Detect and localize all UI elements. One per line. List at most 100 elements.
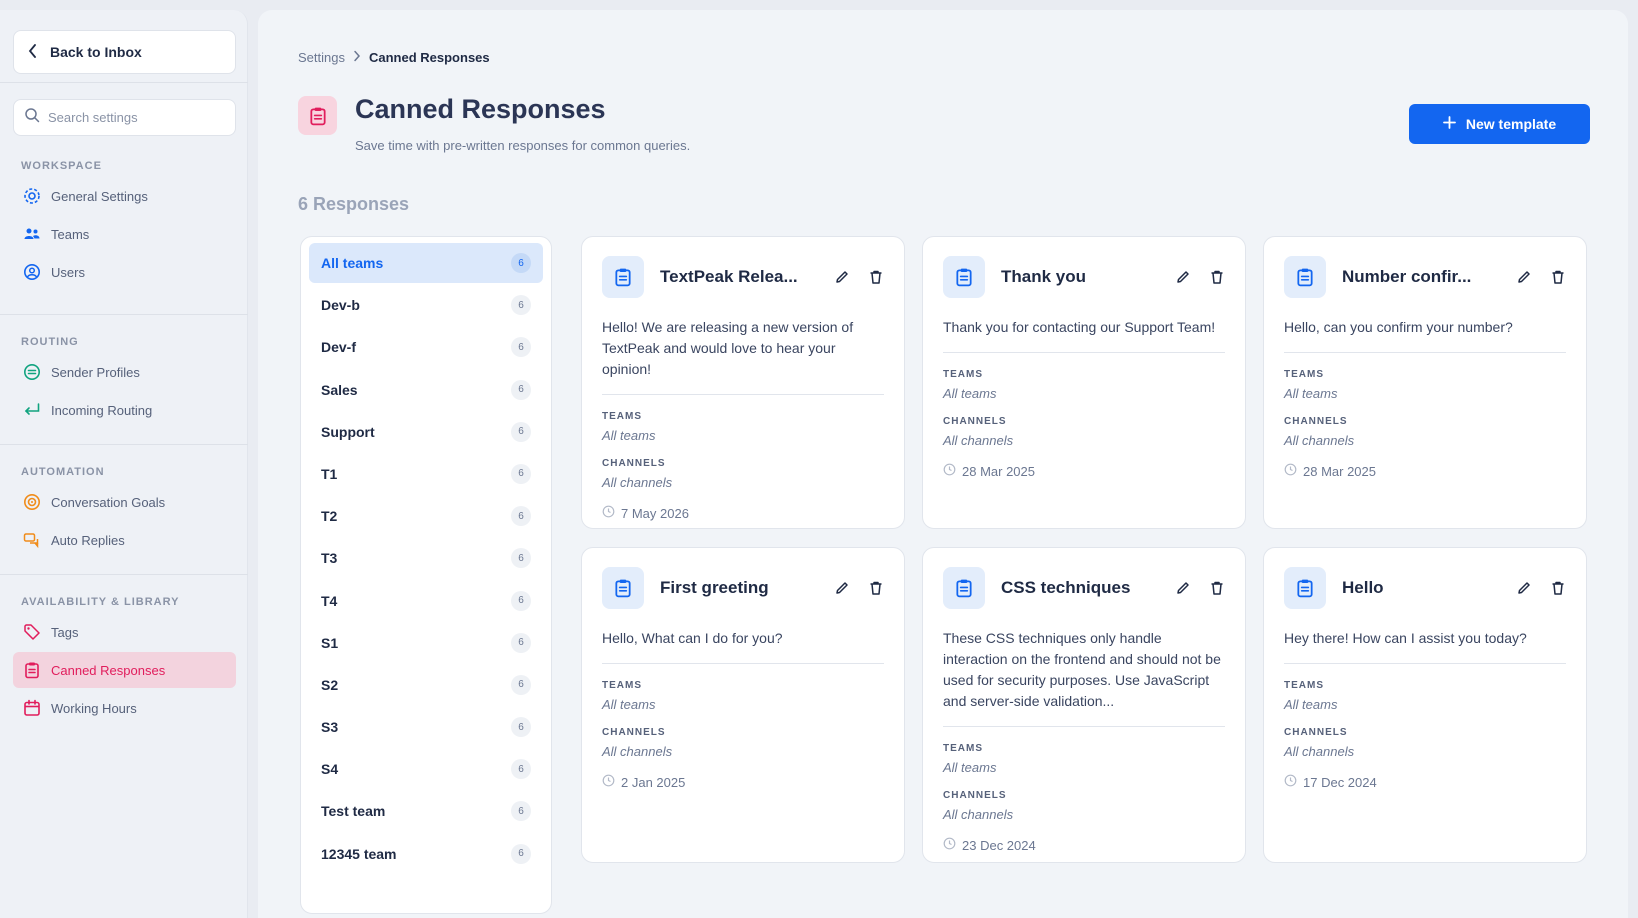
sidebar-item-working-hours[interactable]: Working Hours bbox=[13, 690, 236, 726]
trash-icon[interactable] bbox=[868, 269, 884, 285]
calendar-icon bbox=[23, 699, 41, 717]
sidebar-item-sender-profiles[interactable]: Sender Profiles bbox=[13, 354, 236, 390]
sidebar-item-users[interactable]: Users bbox=[13, 254, 236, 290]
response-card[interactable]: TextPeak Relea... Hello! We are releasin… bbox=[581, 236, 905, 529]
trash-icon[interactable] bbox=[1550, 580, 1566, 596]
tag-icon bbox=[23, 623, 41, 641]
section-availability-library: AVAILABILITY & LIBRARY bbox=[21, 596, 180, 608]
team-filter-item[interactable]: 12345 team 6 bbox=[309, 834, 543, 874]
user-circle-icon bbox=[23, 263, 41, 281]
card-body: Thank you for contacting our Support Tea… bbox=[943, 319, 1216, 335]
search-settings-input[interactable] bbox=[48, 110, 218, 125]
new-template-label: New template bbox=[1465, 116, 1557, 132]
team-count-badge: 6 bbox=[511, 632, 531, 653]
team-name: Support bbox=[321, 423, 375, 440]
card-title: TextPeak Relea... bbox=[660, 267, 798, 286]
card-body: Hello, can you confirm your number? bbox=[1284, 319, 1513, 335]
trash-icon[interactable] bbox=[1209, 580, 1225, 596]
card-body: These CSS techniques only handle interac… bbox=[943, 630, 1221, 709]
divider bbox=[602, 394, 884, 395]
sidebar-item-auto-replies[interactable]: Auto Replies bbox=[13, 522, 236, 558]
clock-icon bbox=[1284, 463, 1297, 479]
team-name: 12345 team bbox=[321, 845, 397, 862]
team-filter-item[interactable]: Dev-b 6 bbox=[309, 285, 543, 325]
pencil-icon[interactable] bbox=[1175, 269, 1191, 285]
team-filter-item[interactable]: Sales 6 bbox=[309, 370, 543, 410]
clock-icon bbox=[943, 463, 956, 479]
response-card[interactable]: CSS techniques These CSS techniques only… bbox=[922, 547, 1246, 863]
pencil-icon[interactable] bbox=[834, 580, 850, 596]
sidebar-item-label: Auto Replies bbox=[51, 532, 125, 548]
chat-bubbles-icon bbox=[23, 531, 41, 549]
trash-icon[interactable] bbox=[868, 580, 884, 596]
team-filter-list: All teams 6 Dev-b 6 Dev-f 6 Sales 6 Support 6… bbox=[300, 236, 552, 914]
team-filter-item[interactable]: All teams 6 bbox=[309, 243, 543, 283]
breadcrumb-settings-link[interactable]: Settings bbox=[298, 50, 345, 65]
sidebar-item-label: Canned Responses bbox=[51, 662, 166, 678]
team-filter-item[interactable]: T2 6 bbox=[309, 496, 543, 536]
pencil-icon[interactable] bbox=[1516, 580, 1532, 596]
clock-icon bbox=[602, 505, 615, 521]
card-title: Thank you bbox=[1001, 267, 1087, 286]
back-to-inbox-label: Back to Inbox bbox=[50, 44, 142, 60]
card-body: Hey there! How can I assist you today? bbox=[1284, 630, 1527, 646]
sidebar-item-tags[interactable]: Tags bbox=[13, 614, 236, 650]
channels-value: All channels bbox=[943, 433, 1014, 448]
team-filter-item[interactable]: S4 6 bbox=[309, 749, 543, 789]
team-count-badge: 6 bbox=[511, 506, 531, 527]
pencil-icon[interactable] bbox=[1175, 580, 1191, 596]
pencil-icon[interactable] bbox=[834, 269, 850, 285]
sidebar-item-label: Conversation Goals bbox=[51, 494, 166, 510]
sidebar-item-conversation-goals[interactable]: Conversation Goals bbox=[13, 484, 236, 520]
search-settings[interactable] bbox=[13, 99, 236, 136]
response-card[interactable]: Number confir... Hello, can you confirm … bbox=[1263, 236, 1587, 529]
channels-value: All channels bbox=[1284, 744, 1355, 759]
response-card[interactable]: Hello Hey there! How can I assist you to… bbox=[1263, 547, 1587, 863]
back-to-inbox-button[interactable]: Back to Inbox bbox=[13, 30, 236, 74]
response-card[interactable]: First greeting Hello, What can I do for … bbox=[581, 547, 905, 863]
team-filter-item[interactable]: T4 6 bbox=[309, 581, 543, 621]
clipboard-icon bbox=[1284, 256, 1326, 298]
clock-icon bbox=[943, 837, 956, 853]
team-filter-item[interactable]: S2 6 bbox=[309, 665, 543, 705]
teams-label: TEAMS bbox=[943, 743, 983, 754]
team-name: Test team bbox=[321, 803, 386, 820]
team-filter-item[interactable]: T1 6 bbox=[309, 454, 543, 494]
team-name: T4 bbox=[321, 592, 338, 609]
sidebar-item-general-settings[interactable]: General Settings bbox=[13, 178, 236, 214]
channels-label: CHANNELS bbox=[943, 416, 1007, 427]
sidebar-item-canned-responses[interactable]: Canned Responses bbox=[13, 652, 236, 688]
sidebar-item-label: Incoming Routing bbox=[51, 402, 153, 418]
team-name: T3 bbox=[321, 550, 338, 567]
team-filter-item[interactable]: Support 6 bbox=[309, 412, 543, 452]
clock-icon bbox=[602, 774, 615, 790]
team-filter-item[interactable]: Test team 6 bbox=[309, 791, 543, 831]
team-name: S4 bbox=[321, 761, 339, 778]
chevron-right-icon bbox=[353, 50, 361, 65]
trash-icon[interactable] bbox=[1550, 269, 1566, 285]
clipboard-icon bbox=[23, 661, 41, 679]
trash-icon[interactable] bbox=[1209, 269, 1225, 285]
response-card[interactable]: Thank you Thank you for contacting our S… bbox=[922, 236, 1246, 529]
card-date: 23 Dec 2024 bbox=[962, 837, 1036, 853]
teams-label: TEAMS bbox=[602, 411, 642, 422]
team-filter-item[interactable]: S1 6 bbox=[309, 623, 543, 663]
pencil-icon[interactable] bbox=[1516, 269, 1532, 285]
team-count-badge: 6 bbox=[511, 801, 531, 822]
channels-value: All channels bbox=[602, 475, 673, 490]
team-filter-item[interactable]: S3 6 bbox=[309, 707, 543, 747]
response-count: 6 Responses bbox=[298, 194, 410, 214]
team-count-badge: 6 bbox=[511, 759, 531, 780]
divider bbox=[943, 726, 1225, 727]
channels-value: All channels bbox=[943, 807, 1014, 822]
sidebar-item-label: Users bbox=[51, 264, 85, 280]
clipboard-icon bbox=[602, 256, 644, 298]
section-routing: ROUTING bbox=[21, 336, 79, 348]
sidebar-item-teams[interactable]: Teams bbox=[13, 216, 236, 252]
team-count-badge: 6 bbox=[511, 717, 531, 738]
team-name: Sales bbox=[321, 381, 358, 398]
sidebar-item-incoming-routing[interactable]: Incoming Routing bbox=[13, 392, 236, 428]
team-filter-item[interactable]: Dev-f 6 bbox=[309, 327, 543, 367]
team-filter-item[interactable]: T3 6 bbox=[309, 538, 543, 578]
new-template-button[interactable]: New template bbox=[1409, 104, 1590, 144]
